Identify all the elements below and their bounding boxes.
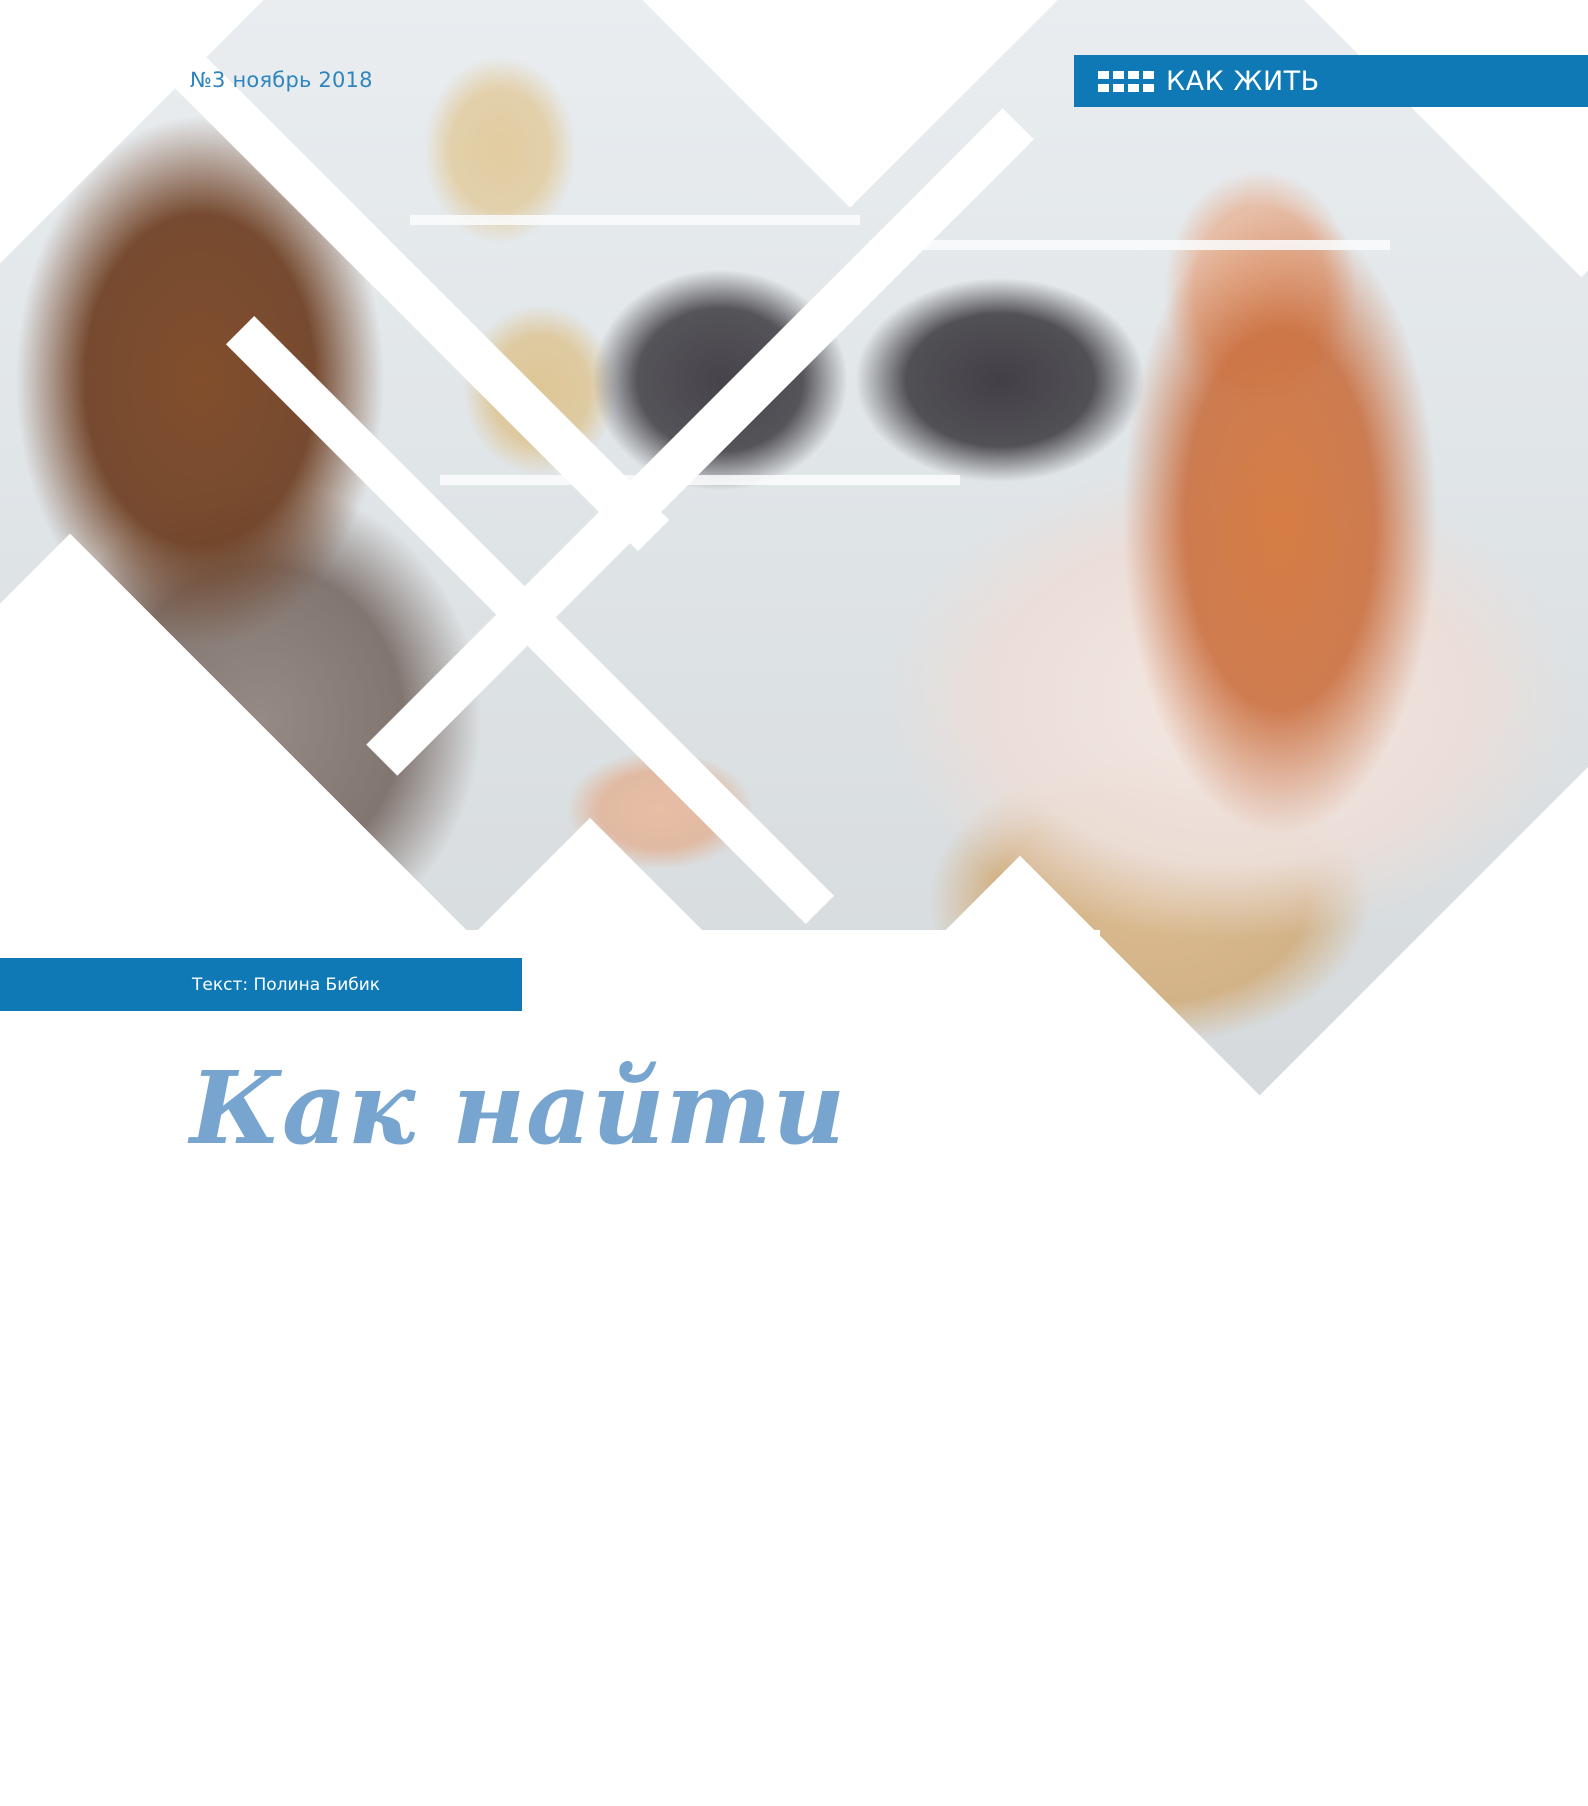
author-bar: Текст: Полина Бибик [0, 958, 522, 1011]
shelf-line [440, 475, 960, 485]
issue-label: №3 ноябрь 2018 [190, 68, 373, 92]
headline: Как найти [190, 1049, 847, 1167]
grid-icon [1098, 70, 1154, 92]
section-header: КАК ЖИТЬ [1074, 55, 1588, 107]
shelf-line [870, 240, 1390, 250]
section-label: КАК ЖИТЬ [1166, 65, 1320, 97]
author-label: Текст: Полина Бибик [192, 974, 381, 995]
shelf-line [410, 215, 860, 225]
